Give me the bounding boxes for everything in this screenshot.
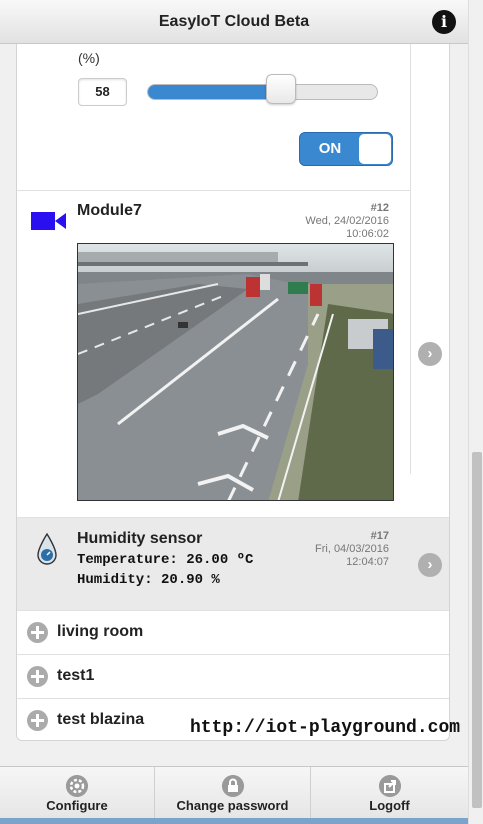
value-input[interactable]: 58 bbox=[78, 78, 127, 106]
humidity-id: #17 bbox=[370, 530, 389, 542]
temperature-reading: Temperature: 26.00 ºC bbox=[77, 552, 254, 568]
split-divider bbox=[410, 44, 411, 474]
module7-date: Wed, 24/02/2016 bbox=[305, 215, 389, 227]
footer-navbar: Configure Change password Logoff bbox=[0, 766, 468, 824]
app-title: EasyIoT Cloud Beta bbox=[158, 13, 310, 30]
toggle-label: ON bbox=[318, 140, 342, 157]
logoff-icon bbox=[379, 775, 401, 797]
group-label: test1 bbox=[57, 667, 95, 684]
page-scrollbar[interactable] bbox=[468, 0, 483, 824]
module7-title: Module7 bbox=[77, 202, 142, 219]
humidity-reading: Humidity: 20.90 % bbox=[77, 572, 220, 588]
group-living-room[interactable]: living room bbox=[17, 610, 449, 654]
module7-time: 10:06:02 bbox=[346, 228, 389, 240]
os-taskbar bbox=[0, 818, 468, 824]
highway-camera-image bbox=[78, 244, 393, 500]
plus-icon bbox=[27, 666, 48, 687]
humidity-title: Humidity sensor bbox=[77, 530, 203, 547]
scrollbar-thumb[interactable] bbox=[472, 452, 482, 808]
configure-label: Configure bbox=[46, 798, 108, 813]
video-camera-icon bbox=[31, 212, 66, 230]
app-header: EasyIoT Cloud Beta i bbox=[0, 0, 468, 44]
group-label: test blazina bbox=[57, 711, 145, 728]
humidity-date: Fri, 04/03/2016 bbox=[315, 543, 389, 555]
module7-arrow-icon[interactable]: › bbox=[418, 342, 442, 366]
configure-button[interactable]: Configure bbox=[0, 767, 155, 819]
plus-icon bbox=[27, 710, 48, 731]
row-divider bbox=[17, 190, 410, 191]
plus-icon bbox=[27, 622, 48, 643]
camera-snapshot bbox=[77, 243, 394, 501]
logoff-button[interactable]: Logoff bbox=[311, 767, 468, 819]
toggle-knob bbox=[359, 134, 391, 164]
logoff-label: Logoff bbox=[369, 798, 410, 813]
unit-label: (%) bbox=[78, 50, 100, 66]
humidity-meta: #17 Fri, 04/03/2016 12:04:07 bbox=[315, 530, 389, 569]
gear-icon bbox=[66, 775, 88, 797]
on-off-toggle[interactable]: ON bbox=[299, 132, 393, 166]
change-password-button[interactable]: Change password bbox=[155, 767, 311, 819]
group-test1[interactable]: test1 bbox=[17, 654, 449, 698]
slider-handle[interactable] bbox=[265, 74, 296, 104]
device-list: (%) 58 ON Module7 #12 Wed, 24/02/2016 10… bbox=[16, 44, 450, 741]
group-label: living room bbox=[57, 623, 144, 640]
humidity-arrow-icon[interactable]: › bbox=[418, 553, 442, 577]
water-drop-icon bbox=[37, 533, 57, 565]
info-icon[interactable]: i bbox=[432, 10, 456, 34]
slider-fill bbox=[148, 85, 281, 99]
lock-icon bbox=[222, 775, 244, 797]
level-slider[interactable] bbox=[147, 84, 378, 100]
module7-id: #12 bbox=[370, 202, 389, 214]
humidity-time: 12:04:07 bbox=[346, 556, 389, 568]
change-password-label: Change password bbox=[176, 798, 289, 813]
watermark-url: http://iot-playground.com bbox=[190, 718, 461, 738]
module7-meta: #12 Wed, 24/02/2016 10:06:02 bbox=[305, 202, 389, 241]
